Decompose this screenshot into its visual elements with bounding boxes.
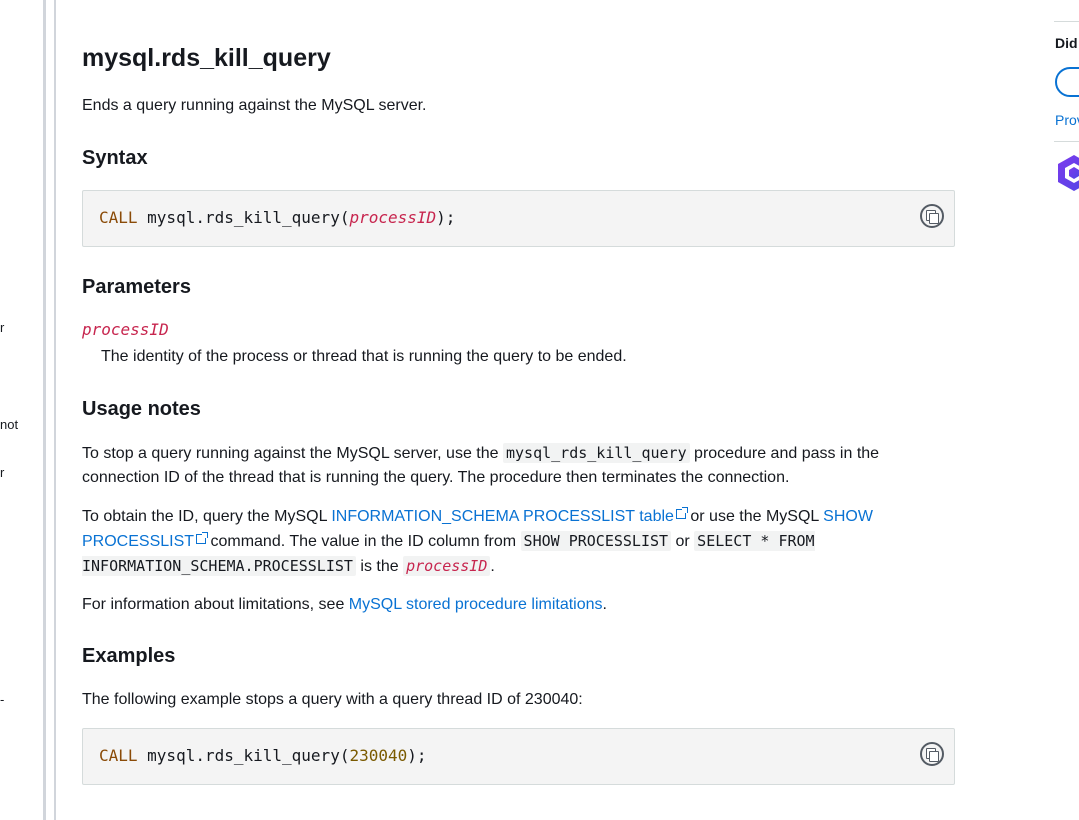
copy-icon-front bbox=[929, 213, 939, 224]
thumbs-up-button[interactable] bbox=[1055, 67, 1079, 97]
left-nav-text[interactable]: - bbox=[0, 692, 4, 707]
text: or bbox=[671, 533, 695, 550]
example-code: CALL mysql.rds_kill_query(230040); bbox=[99, 746, 427, 765]
text: To stop a query running against the MySQ… bbox=[82, 445, 503, 462]
external-link-icon bbox=[675, 507, 688, 519]
text: or use the MySQL bbox=[685, 508, 824, 525]
copy-button[interactable] bbox=[920, 204, 944, 228]
content-divider bbox=[54, 0, 56, 820]
left-nav-text[interactable]: not bbox=[0, 417, 18, 432]
stored-procedure-limitations-link[interactable]: MySQL stored procedure limitations bbox=[349, 596, 603, 613]
provide-feedback-link[interactable]: Prov bbox=[1055, 112, 1079, 128]
code-keyword: CALL bbox=[99, 208, 138, 227]
example-code-block: CALL mysql.rds_kill_query(230040); bbox=[82, 728, 955, 785]
copy-icon-front bbox=[929, 751, 939, 762]
nav-scrollbar[interactable] bbox=[43, 0, 46, 820]
code-end: ); bbox=[407, 746, 427, 765]
page-title: mysql.rds_kill_query bbox=[82, 44, 331, 72]
left-nav-text[interactable]: r bbox=[0, 465, 4, 480]
usage-paragraph-2: To obtain the ID, query the MySQL INFORM… bbox=[82, 505, 922, 579]
amazon-q-icon[interactable] bbox=[1056, 153, 1079, 193]
rail-divider bbox=[1054, 141, 1079, 142]
inline-code: SHOW PROCESSLIST bbox=[520, 531, 672, 551]
right-rail: Did Prov bbox=[1054, 0, 1079, 820]
code-function: mysql.rds_kill_query( bbox=[137, 208, 350, 227]
text: . bbox=[602, 596, 607, 613]
param-description: The identity of the process or thread th… bbox=[101, 348, 627, 365]
syntax-code: CALL mysql.rds_kill_query(processID); bbox=[99, 208, 455, 227]
text: . bbox=[490, 558, 495, 575]
link-text: INFORMATION_SCHEMA PROCESSLIST table bbox=[331, 508, 674, 525]
inline-code: mysql_rds_kill_query bbox=[502, 443, 690, 463]
copy-button[interactable] bbox=[920, 742, 944, 766]
code-keyword: CALL bbox=[99, 746, 138, 765]
syntax-code-block: CALL mysql.rds_kill_query(processID); bbox=[82, 190, 955, 247]
text: For information about limitations, see bbox=[82, 596, 349, 613]
left-nav-fragment: r not r - bbox=[0, 0, 42, 820]
code-number: 230040 bbox=[349, 746, 408, 765]
page-lead: Ends a query running against the MySQL s… bbox=[82, 97, 427, 114]
parameters-heading: Parameters bbox=[82, 276, 191, 298]
rail-divider bbox=[1054, 21, 1079, 22]
code-argument: processID bbox=[349, 208, 437, 227]
examples-heading: Examples bbox=[82, 645, 176, 667]
syntax-heading: Syntax bbox=[82, 147, 148, 169]
code-function: mysql.rds_kill_query( bbox=[137, 746, 350, 765]
param-name: processID bbox=[82, 320, 169, 339]
feedback-title: Did bbox=[1055, 35, 1078, 51]
inline-variable: processID bbox=[403, 556, 491, 576]
examples-text: The following example stops a query with… bbox=[82, 691, 583, 708]
external-link-icon bbox=[196, 532, 209, 544]
text: is the bbox=[355, 558, 404, 575]
information-schema-link[interactable]: INFORMATION_SCHEMA PROCESSLIST table bbox=[331, 507, 688, 525]
usage-paragraph-3: For information about limitations, see M… bbox=[82, 593, 922, 617]
text: To obtain the ID, query the MySQL bbox=[82, 508, 332, 525]
code-end: ); bbox=[436, 208, 456, 227]
text: command. The value in the ID column from bbox=[206, 533, 521, 550]
usage-notes-heading: Usage notes bbox=[82, 398, 201, 420]
usage-paragraph-1: To stop a query running against the MySQ… bbox=[82, 441, 922, 490]
left-nav-text[interactable]: r bbox=[0, 320, 4, 335]
